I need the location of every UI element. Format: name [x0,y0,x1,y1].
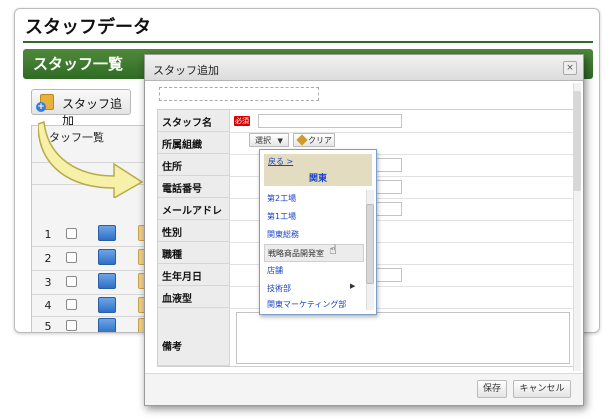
row-number: 3 [44,276,52,289]
dialog-footer: 保存 キャンセル [145,373,583,405]
label-organization: 所属組織 [158,132,230,154]
edit-staff-icon[interactable] [98,225,116,241]
close-icon[interactable]: × [563,61,577,75]
label-email: メールアドレス [158,198,230,232]
arrow-icon [38,120,144,198]
current-org: 関東 [308,174,327,184]
select-label: 選択 [255,136,271,145]
dropdown-scroll-thumb[interactable] [366,204,374,284]
row-checkbox[interactable] [66,228,77,239]
back-link[interactable]: 戻る > [268,156,293,167]
title-divider [23,41,593,43]
dropdown-item[interactable]: 店舗 [264,262,364,280]
row-number: 5 [44,320,52,333]
edit-staff-icon[interactable] [98,249,116,265]
label-gender: 性別 [158,220,230,242]
label-phone: 電話番号 [158,176,230,198]
list-header-title: スタッフ一覧 [33,55,124,73]
org-select-button[interactable]: 選択 ▼ [249,133,289,147]
row-number: 4 [44,299,52,312]
table-row[interactable]: 5 [32,316,160,333]
save-button[interactable]: 保存 [477,380,507,398]
table-row[interactable]: 4 [32,294,160,316]
add-staff-button[interactable]: + スタッフ追加 [31,89,131,128]
dropdown-header: 戻る > 関東 [264,154,372,186]
row-number: 1 [44,228,52,241]
edit-staff-icon[interactable] [98,297,116,313]
hand-cursor-icon: ☝ [329,243,337,258]
row-checkbox[interactable] [66,276,77,287]
row-checkbox[interactable] [66,299,77,310]
dialog-titlebar[interactable]: スタッフ追加 × [145,55,583,81]
table-row[interactable]: 1 [32,222,160,246]
add-staff-dialog: スタッフ追加 × スタッフ名 必須 所属組織 住所 電話番号 メールアドレス 性… [144,54,584,406]
cancel-button[interactable]: キャンセル [513,380,571,398]
dropdown-item[interactable]: 関東マーケティング部 [264,296,364,314]
dropdown-item[interactable]: 第2工場 [264,190,364,208]
notes-textarea[interactable] [236,312,570,364]
clear-icon [296,134,308,146]
label-address: 住所 [158,154,230,176]
edit-staff-icon[interactable] [98,273,116,289]
back-link-label: 戻る [268,157,284,166]
plus-icon: + [36,102,46,112]
page-title: スタッフデータ [25,17,151,38]
edit-staff-icon[interactable] [98,318,116,332]
label-birthday: 生年月日 [158,264,230,286]
table-row[interactable]: 3 [32,270,160,294]
table-row[interactable]: 2 [32,246,160,270]
label-staff-name: スタッフ名 [158,110,230,132]
label-notes: 備考 [158,308,230,366]
chevron-right-icon: ▶ [350,282,356,290]
org-clear-button[interactable]: クリア [293,133,335,147]
org-dropdown[interactable]: 戻る > 関東 第2工場 第1工場 関東総務 戦略商品開発室 店舗 技術部 ▶ … [259,149,377,315]
dialog-scroll-thumb[interactable] [573,91,581,191]
required-badge: 必須 [234,116,250,126]
dropdown-item[interactable]: 関東総務 [264,226,364,244]
dropdown-item-highlighted[interactable]: 戦略商品開発室 [264,244,364,262]
row-number: 2 [44,252,52,265]
dialog-drop-zone [159,87,319,101]
row-checkbox[interactable] [66,252,77,263]
label-position: 職種 [158,242,230,264]
staff-name-input[interactable] [258,114,402,128]
chevron-down-icon: ▼ [277,137,283,145]
dialog-title: スタッフ追加 [153,64,219,77]
clear-label: クリア [308,136,332,145]
label-blood-type: 血液型 [158,286,230,308]
dropdown-item[interactable]: 第1工場 [264,208,364,226]
row-checkbox[interactable] [66,320,77,331]
